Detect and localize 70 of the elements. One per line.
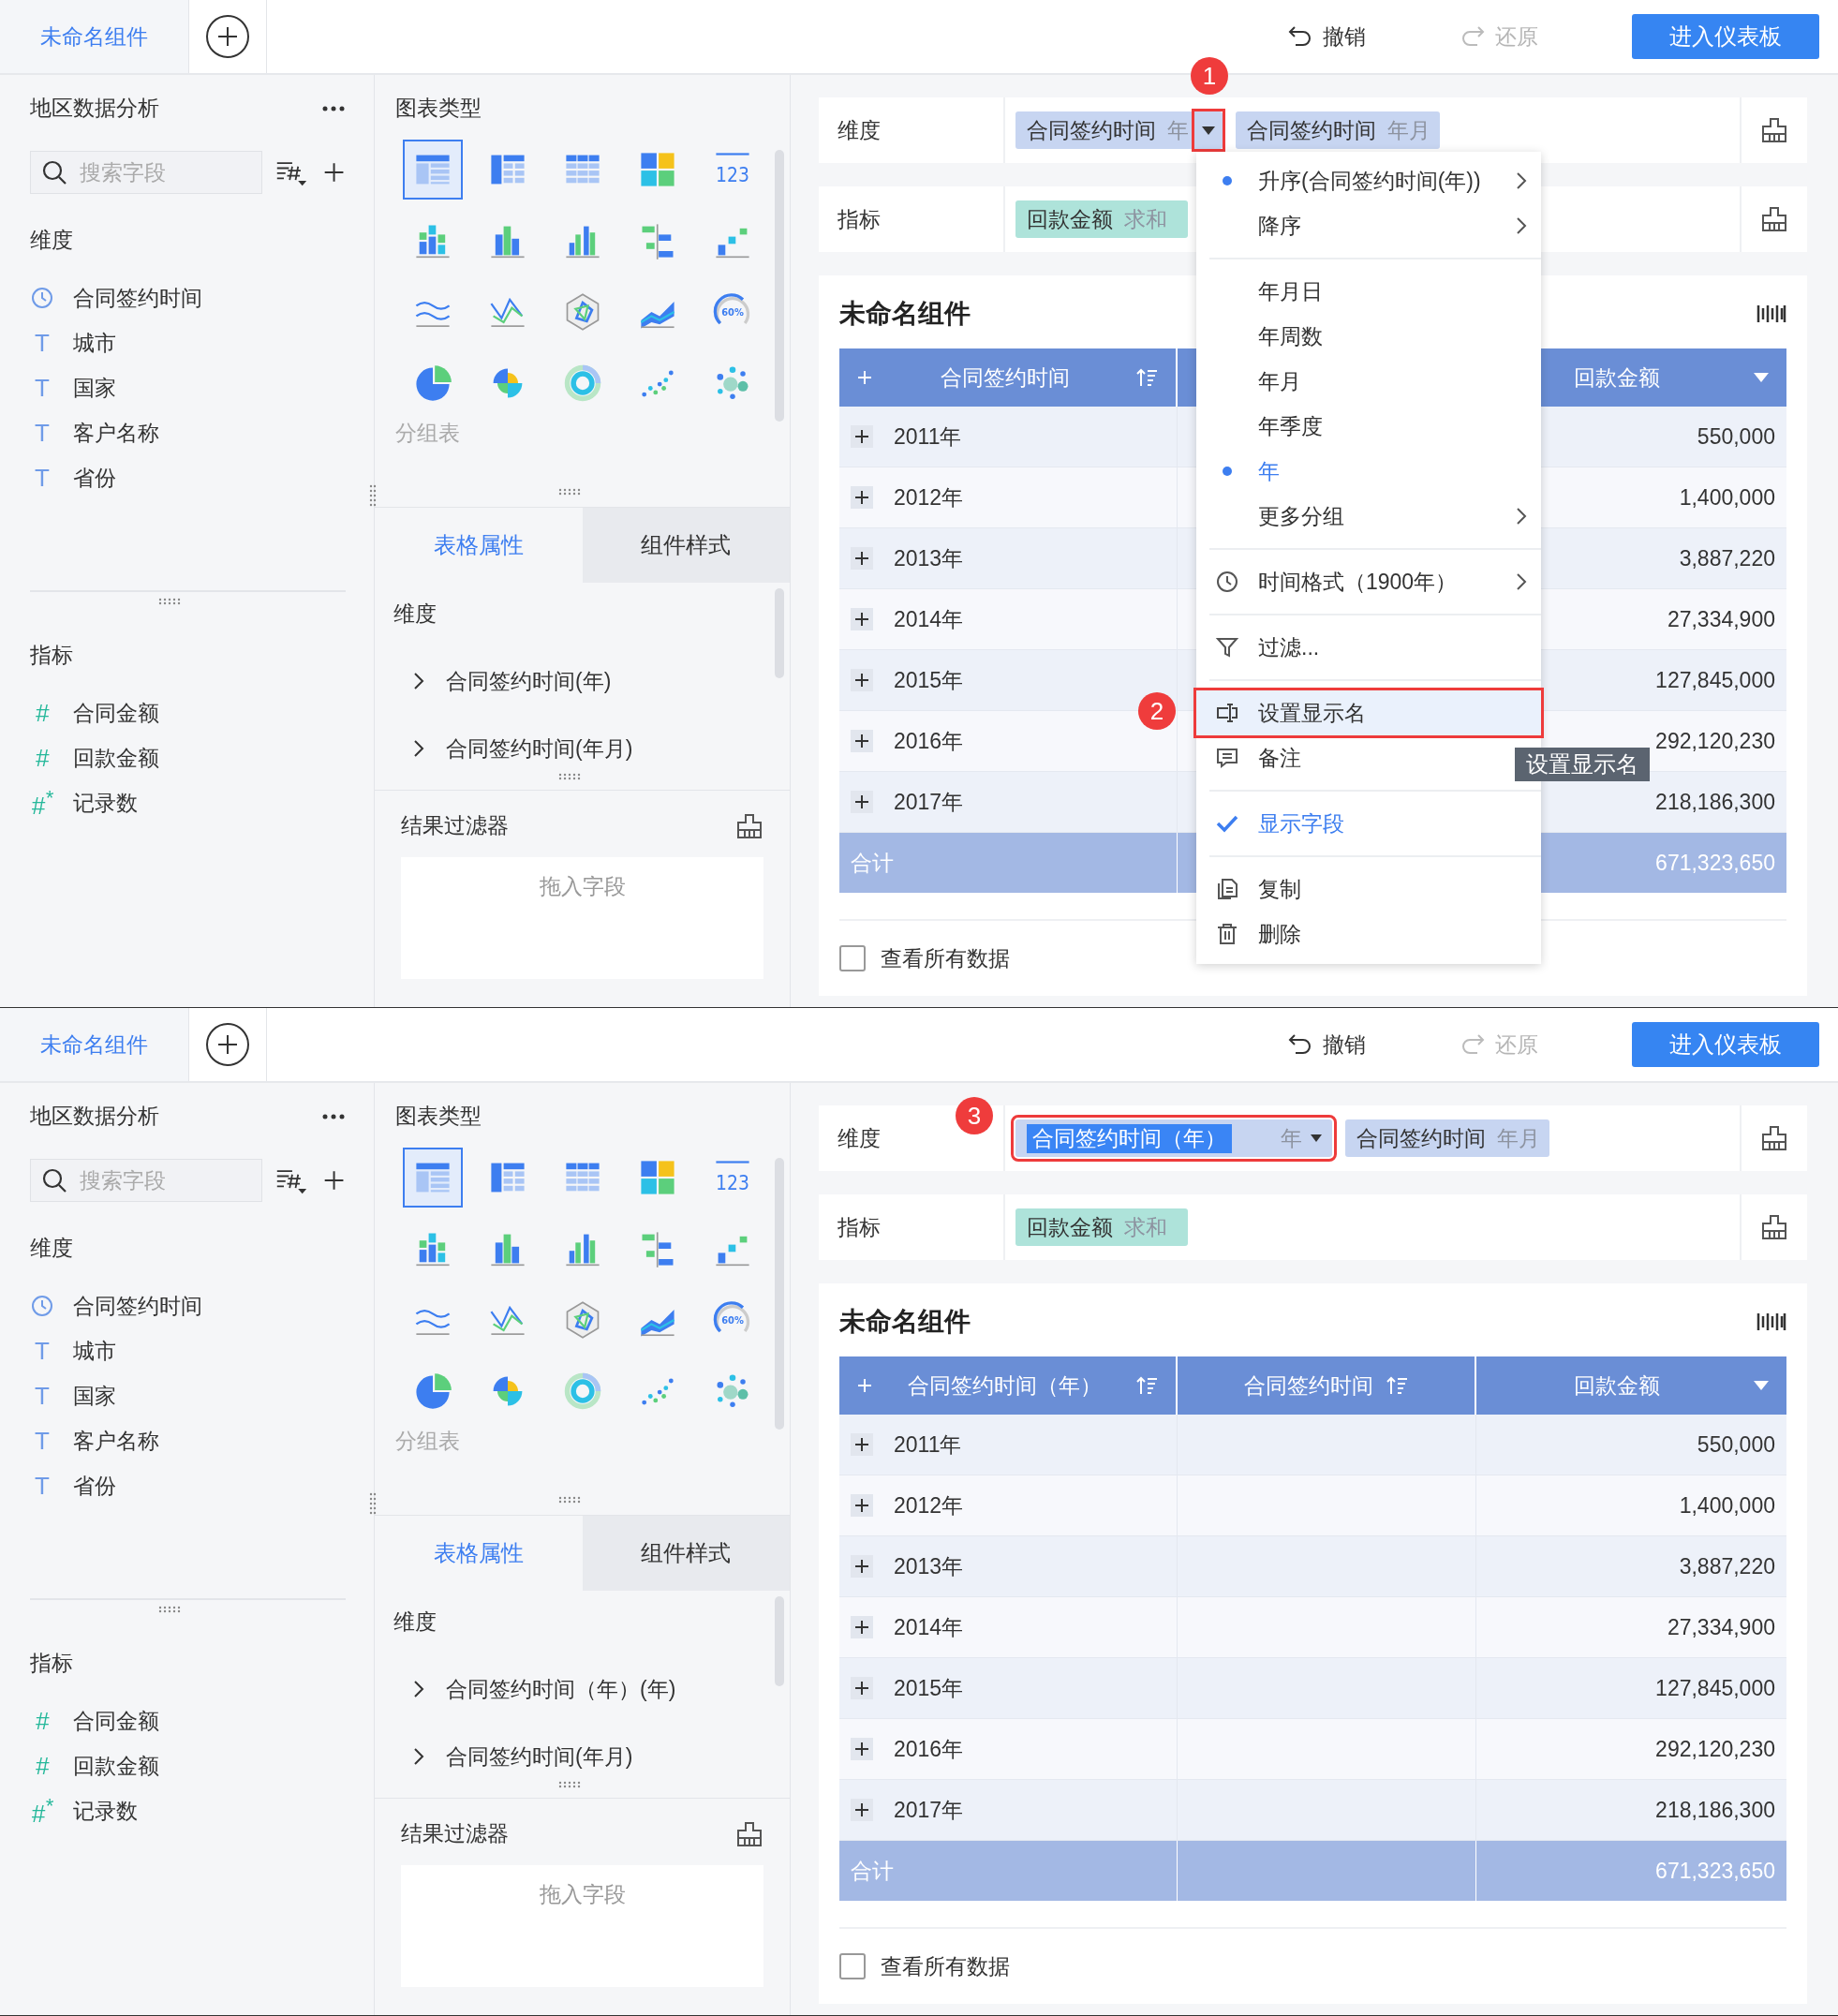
table-cell-text: 2016年	[894, 727, 964, 755]
section-heading: 指标	[30, 642, 74, 669]
widget-title: 未命名组件	[839, 1306, 971, 1338]
checkbox-label: 查看所有数据	[881, 944, 1010, 972]
number-type-icon: #	[30, 1751, 54, 1781]
table-cell-text: 2014年	[894, 605, 964, 633]
dataset-title: 地区数据分析	[30, 1103, 159, 1130]
section-heading: 结果过滤器	[401, 812, 509, 839]
table-cell: 218,186,300	[1655, 789, 1775, 815]
table-cell: 127,845,000	[1655, 667, 1775, 693]
total-value: 671,323,650	[1655, 1858, 1775, 1884]
number-type-icon: #	[30, 743, 54, 773]
step-badge: 1	[1191, 57, 1228, 95]
number-type-icon: #$^{*}$	[30, 1793, 54, 1829]
section-heading: 图表类型	[395, 95, 482, 122]
section-heading: 结果过滤器	[401, 1820, 509, 1847]
table-cell: 218,186,300	[1655, 1797, 1775, 1823]
table-cell-text: 2017年	[894, 788, 964, 816]
table-cell-text: 2015年	[894, 1674, 964, 1702]
table-cell-text: 2011年	[894, 422, 962, 451]
table-cell: 1,400,000	[1679, 1492, 1775, 1519]
table-cell: 127,845,000	[1655, 1675, 1775, 1701]
row-label: 指标	[819, 1194, 1005, 1260]
step-badge: 3	[956, 1097, 993, 1134]
number-type-icon: #	[30, 1706, 54, 1736]
table-cell: 27,334,900	[1667, 1614, 1775, 1640]
table-cell-text: 2017年	[894, 1796, 964, 1824]
dataset-title: 地区数据分析	[30, 95, 159, 122]
table-cell: 1,400,000	[1679, 484, 1775, 511]
table-cell: 550,000	[1697, 423, 1775, 450]
row-label: 指标	[819, 186, 1005, 252]
table-cell-text: 2011年	[894, 1430, 962, 1459]
widget-title: 未命名组件	[839, 298, 971, 330]
chart-type-caption: 分组表	[395, 420, 461, 447]
table-cell: 292,120,230	[1655, 1736, 1775, 1762]
section-heading: 维度	[30, 1235, 74, 1262]
row-label: 维度	[819, 97, 1005, 163]
table-cell: 292,120,230	[1655, 728, 1775, 754]
total-label: 合计	[851, 849, 894, 877]
tooltip: 设置显示名	[1515, 748, 1650, 781]
section-heading: 图表类型	[395, 1103, 482, 1130]
checkbox-label: 查看所有数据	[881, 1952, 1010, 1980]
table-cell-text: 2015年	[894, 666, 964, 694]
table-cell: 27,334,900	[1667, 606, 1775, 632]
text-type-icon: T	[30, 1471, 54, 1501]
number-type-icon: #	[30, 698, 54, 728]
text-type-icon: T	[30, 463, 54, 493]
section-heading: 维度	[393, 1608, 437, 1636]
section-heading: 维度	[30, 227, 74, 254]
table-cell: 3,887,220	[1679, 1553, 1775, 1579]
text-type-icon: T	[30, 373, 54, 403]
table-cell-text: 2012年	[894, 1491, 964, 1519]
text-type-icon: T	[30, 328, 54, 358]
text-type-icon: T	[30, 1336, 54, 1366]
text-type-icon: T	[30, 1381, 54, 1411]
table-cell: 3,887,220	[1679, 545, 1775, 571]
table-cell: 550,000	[1697, 1431, 1775, 1458]
chart-type-caption: 分组表	[395, 1428, 461, 1455]
total-label: 合计	[851, 1857, 894, 1885]
text-type-icon: T	[30, 418, 54, 448]
table-cell-text: 2016年	[894, 1735, 964, 1763]
text-type-icon: T	[30, 1426, 54, 1456]
table-cell-text: 2014年	[894, 1613, 964, 1641]
section-heading: 指标	[30, 1650, 74, 1677]
table-cell-text: 2013年	[894, 544, 964, 572]
number-type-icon: #$^{*}$	[30, 785, 54, 821]
section-heading: 维度	[393, 600, 437, 628]
table-cell-text: 2013年	[894, 1552, 964, 1580]
total-value: 671,323,650	[1655, 850, 1775, 876]
table-cell-text: 2012年	[894, 483, 964, 511]
